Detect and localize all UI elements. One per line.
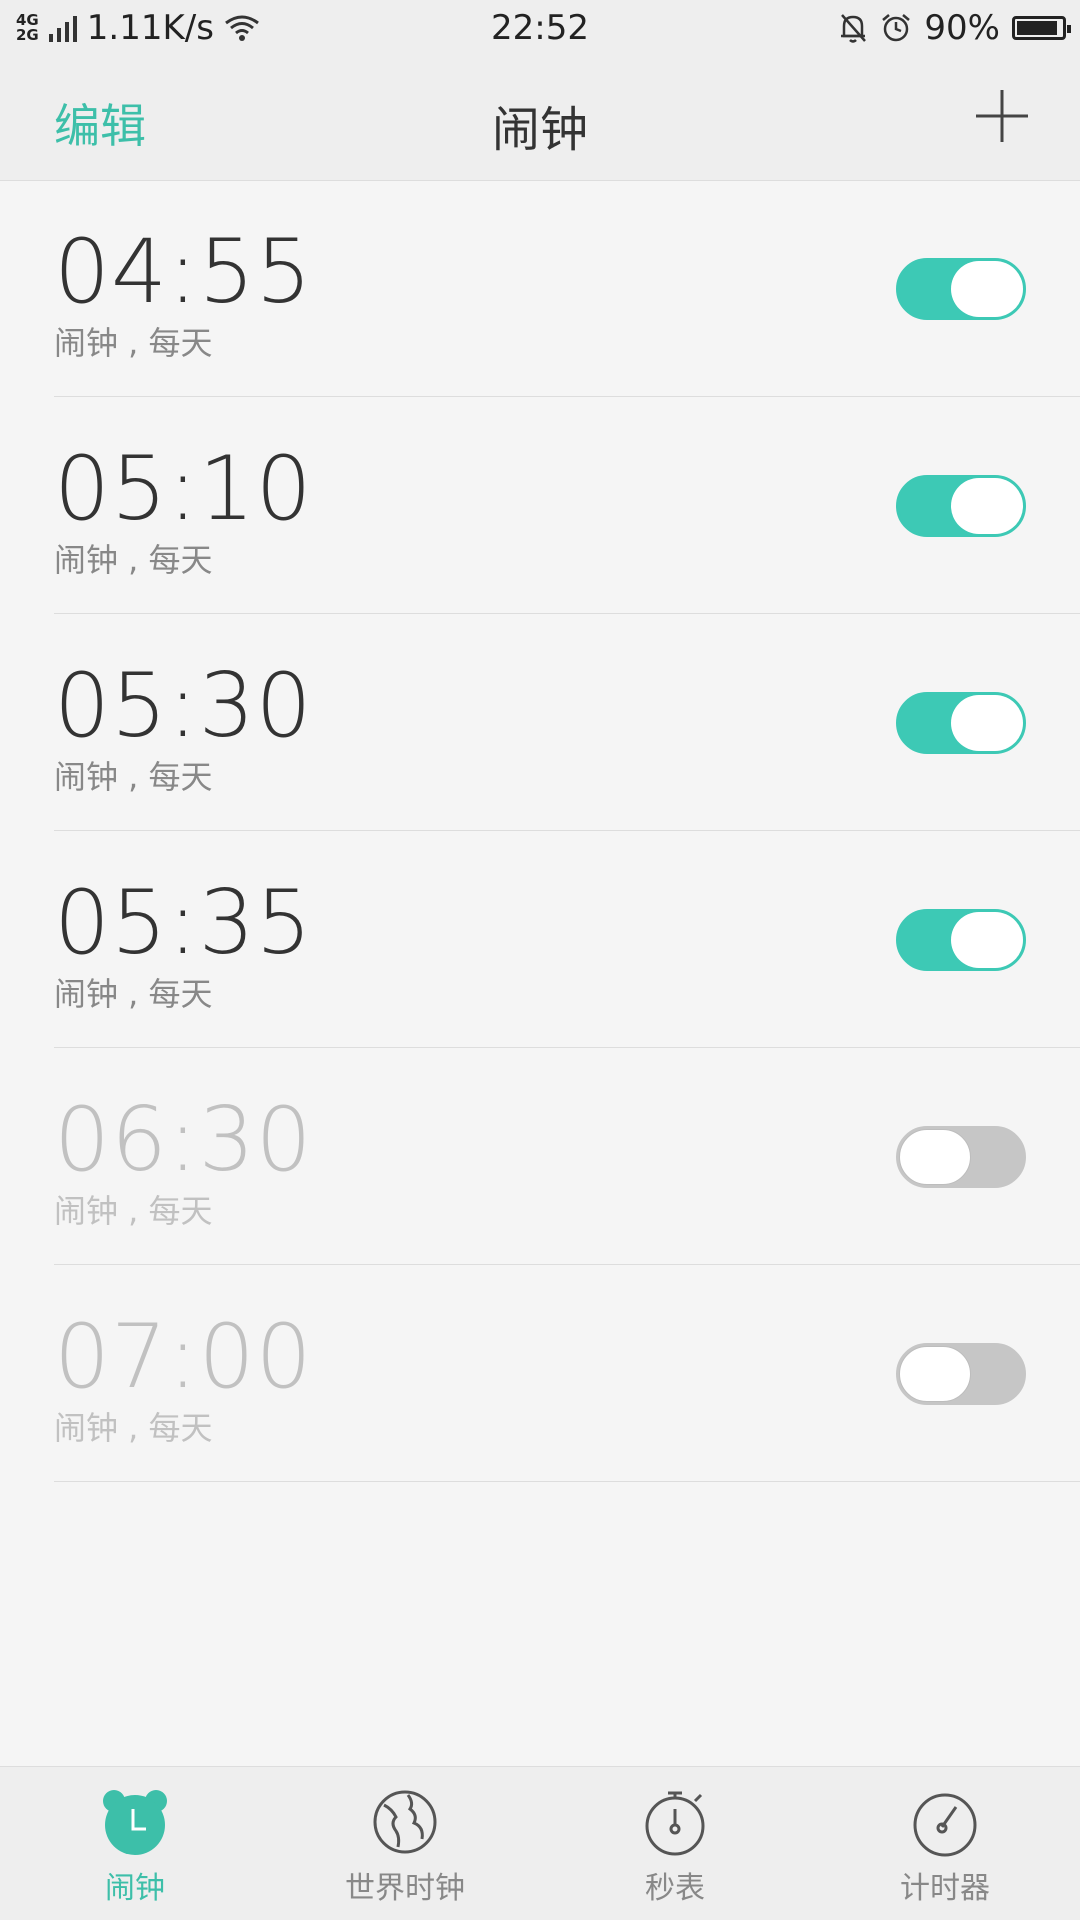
tab-stopwatch[interactable]: 秒表 — [540, 1767, 810, 1920]
battery-icon — [1012, 16, 1071, 40]
alarm-time: 05:30 — [54, 654, 313, 757]
alarm-repeat-label: 闹钟 , 每天 — [54, 1192, 213, 1230]
toggle-knob — [899, 1346, 971, 1402]
alarm-time: 04:55 — [54, 220, 313, 323]
alarm-toggle[interactable] — [896, 1126, 1026, 1188]
toggle-knob — [951, 478, 1023, 534]
alarm-repeat-label: 闹钟 , 每天 — [54, 758, 213, 796]
tab-world-clock[interactable]: 世界时钟 — [270, 1767, 540, 1920]
status-bar: 4G 2G 1.11K/s 22:52 90% — [0, 0, 1080, 56]
alarm-toggle[interactable] — [896, 692, 1026, 754]
globe-icon — [373, 1790, 437, 1854]
alarm-row[interactable]: 05:35 闹钟 , 每天 — [0, 831, 1080, 1048]
alarm-repeat-label: 闹钟 , 每天 — [54, 324, 213, 362]
alarm-time: 07:00 — [54, 1305, 313, 1408]
battery-percent: 90% — [924, 8, 1000, 48]
toggle-knob — [951, 261, 1023, 317]
alarm-repeat-label: 闹钟 , 每天 — [54, 1409, 213, 1447]
add-alarm-button[interactable] — [974, 88, 1030, 144]
tab-label-alarm: 闹钟 — [105, 1871, 165, 1906]
toggle-knob — [951, 695, 1023, 751]
alarm-list: 04:55 闹钟 , 每天 05:10 闹钟 , 每天 05:30 闹钟 , 每天 05:3… — [0, 180, 1080, 1482]
timer-icon — [913, 1793, 977, 1857]
tab-alarm[interactable]: 闹钟 — [0, 1767, 270, 1920]
alarm-row[interactable]: 05:30 闹钟 , 每天 — [0, 614, 1080, 831]
bell-muted-icon — [841, 14, 867, 43]
alarm-row[interactable]: 06:30 闹钟 , 每天 — [0, 1048, 1080, 1265]
alarm-repeat-label: 闹钟 , 每天 — [54, 975, 213, 1013]
alarm-toggle[interactable] — [896, 258, 1026, 320]
tab-timer[interactable]: 计时器 — [810, 1767, 1080, 1920]
tab-label-world-clock: 世界时钟 — [345, 1871, 465, 1906]
battery-fill — [1017, 21, 1057, 35]
alarm-repeat-label: 闹钟 , 每天 — [54, 541, 213, 579]
row-divider — [54, 1481, 1080, 1482]
alarm-row[interactable]: 05:10 闹钟 , 每天 — [0, 397, 1080, 614]
tab-label-stopwatch: 秒表 — [645, 1871, 705, 1906]
status-right: 90% — [838, 8, 1071, 48]
toggle-knob — [951, 912, 1023, 968]
alarm-toggle[interactable] — [896, 475, 1026, 537]
tab-label-timer: 计时器 — [900, 1871, 990, 1906]
alarm-toggle[interactable] — [896, 1343, 1026, 1405]
alarm-time: 05:10 — [54, 437, 313, 540]
bottom-tab-bar: 闹钟 世界时钟 秒表 计时器 — [0, 1766, 1080, 1920]
alarm-row[interactable]: 07:00 闹钟 , 每天 — [0, 1265, 1080, 1482]
stopwatch-icon — [645, 1791, 705, 1856]
alarm-status-icon — [882, 14, 911, 42]
alarm-clock-icon — [103, 1790, 167, 1855]
alarm-time: 06:30 — [54, 1088, 313, 1191]
alarm-toggle[interactable] — [896, 909, 1026, 971]
page-title: 闹钟 — [491, 102, 588, 158]
alarm-row[interactable]: 04:55 闹钟 , 每天 — [0, 180, 1080, 397]
app-header: 编辑 闹钟 — [0, 56, 1080, 181]
toggle-knob — [899, 1129, 971, 1185]
alarm-time: 05:35 — [54, 871, 313, 974]
